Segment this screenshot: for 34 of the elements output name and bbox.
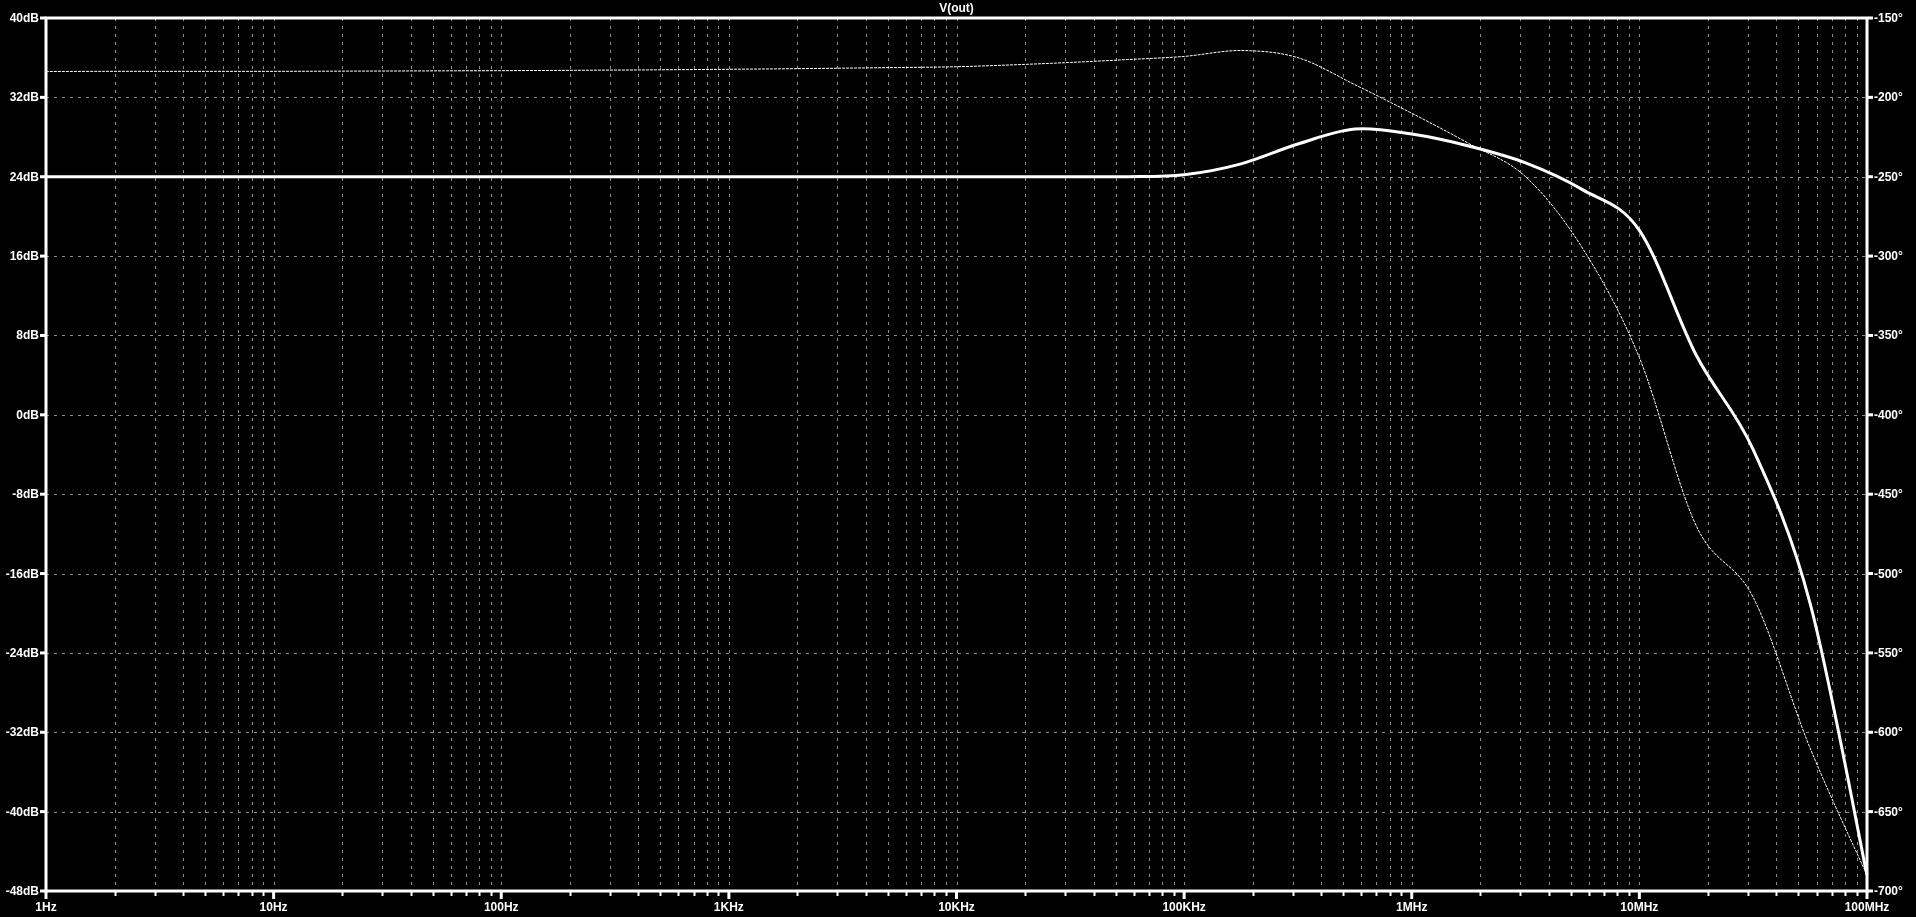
magnitude-axis-label: -32dB	[5, 725, 39, 740]
phase-axis-label: -200°	[1874, 90, 1903, 105]
phase-axis-label: -150°	[1874, 11, 1903, 25]
frequency-axis-label: 10MHz	[1620, 900, 1659, 914]
frequency-axis-label: 1Hz	[35, 900, 57, 914]
chart-title: V(out)	[939, 1, 974, 15]
frequency-axis-label: 100Hz	[483, 900, 519, 914]
frequency-axis-label: 1KHz	[713, 900, 744, 914]
magnitude-axis-label: 32dB	[9, 90, 39, 105]
magnitude-axis-label: -8dB	[12, 487, 39, 502]
magnitude-axis-label: 40dB	[9, 11, 39, 25]
frequency-axis-label: 100KHz	[1162, 900, 1206, 914]
phase-axis-label: -350°	[1874, 328, 1903, 343]
phase-axis-label: -500°	[1874, 566, 1903, 581]
phase-axis-label: -650°	[1874, 804, 1903, 819]
phase-axis-label: -400°	[1874, 407, 1903, 422]
phase-axis-label: -600°	[1874, 725, 1903, 740]
magnitude-axis-label: -48dB	[5, 884, 39, 898]
magnitude-axis-label: 16dB	[9, 249, 39, 264]
phase-axis-label: -450°	[1874, 487, 1903, 502]
phase-axis-label: -300°	[1874, 249, 1903, 264]
frequency-axis-label: 10Hz	[259, 900, 288, 914]
magnitude-axis-label: 0dB	[16, 407, 39, 422]
phase-axis-label: -700°	[1874, 884, 1903, 898]
magnitude-axis-label: -24dB	[5, 645, 39, 660]
magnitude-axis-label: 8dB	[16, 328, 39, 343]
phase-axis-label: -550°	[1874, 645, 1903, 660]
frequency-axis-label: 100MHz	[1844, 900, 1890, 914]
magnitude-axis-label: 24dB	[9, 169, 39, 184]
magnitude-axis-label: -40dB	[5, 804, 39, 819]
phase-axis-label: -250°	[1874, 169, 1903, 184]
frequency-axis-label: 10KHz	[938, 900, 975, 914]
magnitude-axis-label: -16dB	[5, 566, 39, 581]
frequency-axis-label: 1MHz	[1396, 900, 1428, 914]
